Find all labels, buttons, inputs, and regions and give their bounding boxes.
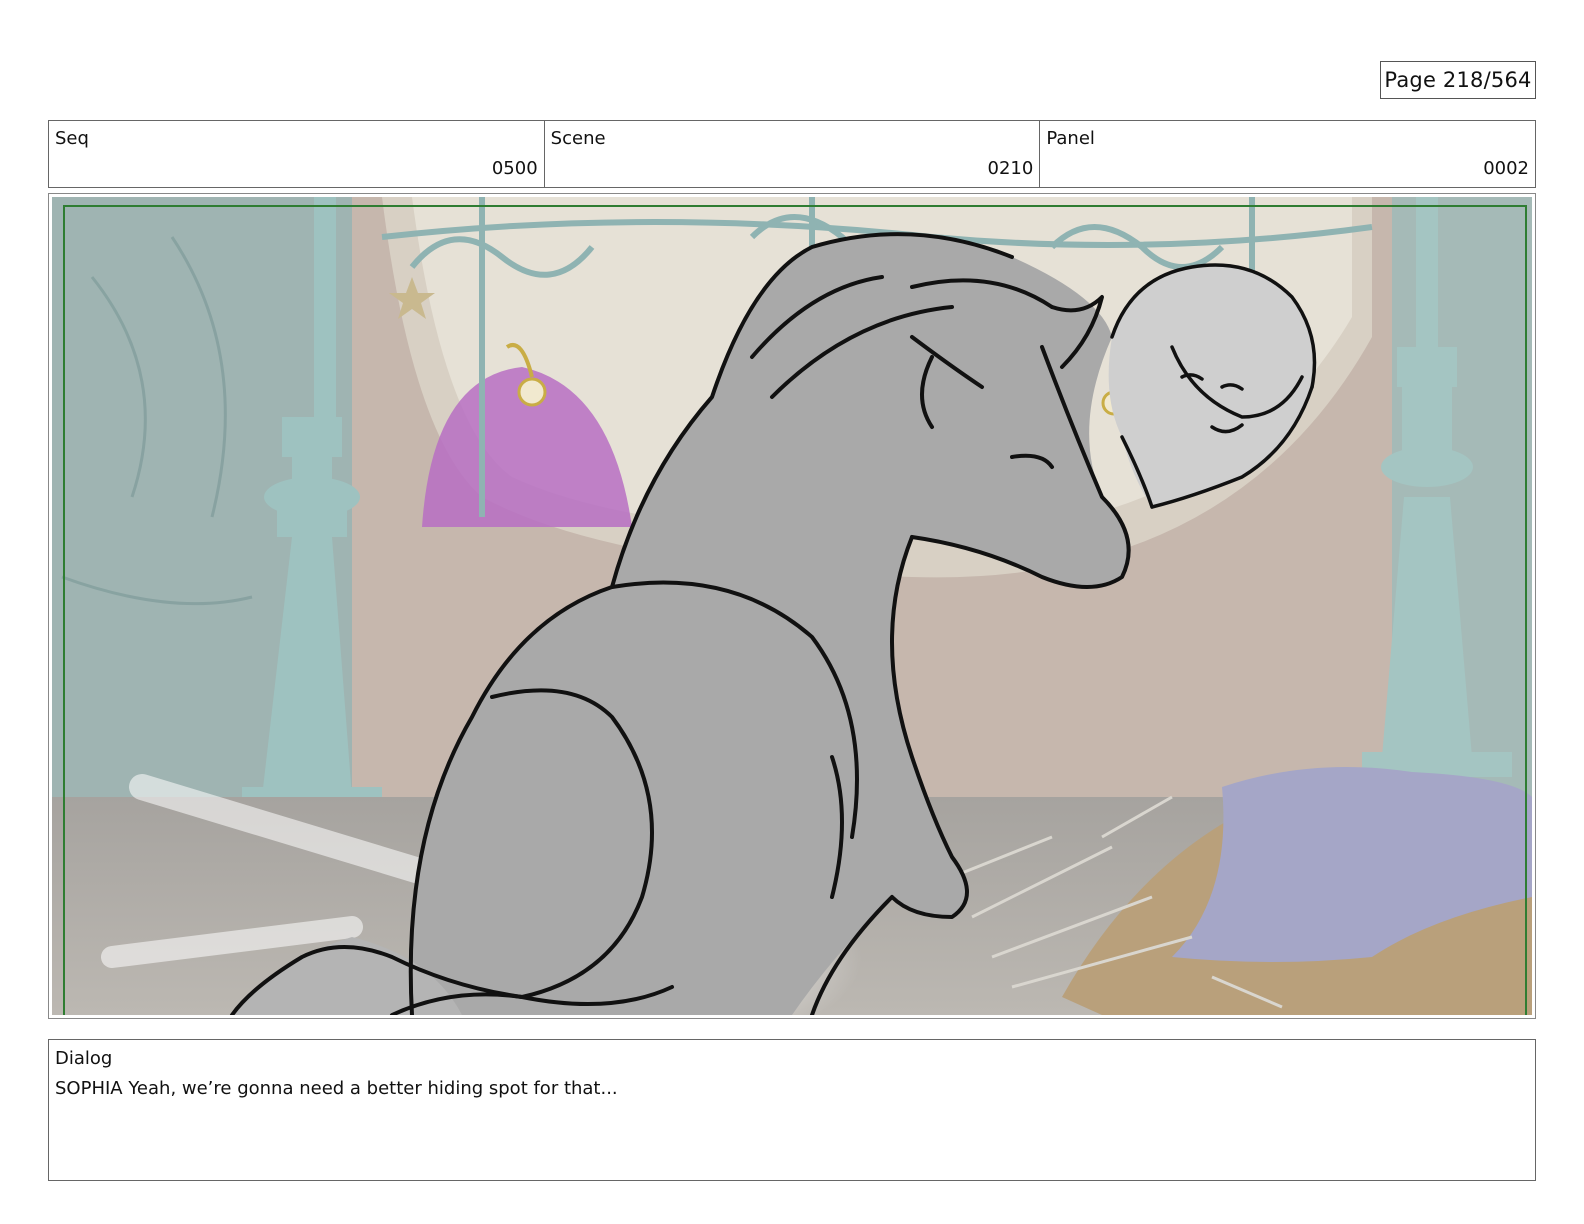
seq-label: Seq [55, 128, 89, 149]
seq-value: 0500 [491, 158, 538, 179]
storyboard-illustration [52, 197, 1532, 1015]
panel-cell: Panel 0002 [1040, 121, 1535, 187]
scene-value: 0210 [987, 158, 1034, 179]
scene-cell: Scene 0210 [545, 121, 1041, 187]
panel-value: 0002 [1483, 158, 1530, 179]
dialog-box: Dialog SOPHIA Yeah, we’re gonna need a b… [48, 1039, 1536, 1181]
dialog-label: Dialog [55, 1048, 113, 1069]
dialog-text: SOPHIA Yeah, we’re gonna need a better h… [55, 1078, 618, 1099]
storyboard-drawing [52, 197, 1532, 1015]
panel-label: Panel [1046, 128, 1095, 149]
scene-label: Scene [550, 128, 606, 149]
storyboard-panel-frame [48, 193, 1536, 1019]
seq-cell: Seq 0500 [49, 121, 545, 187]
panel-info-header: Seq 0500 Scene 0210 Panel 0002 [48, 120, 1536, 188]
page-number-badge: Page 218/564 [1380, 61, 1536, 99]
